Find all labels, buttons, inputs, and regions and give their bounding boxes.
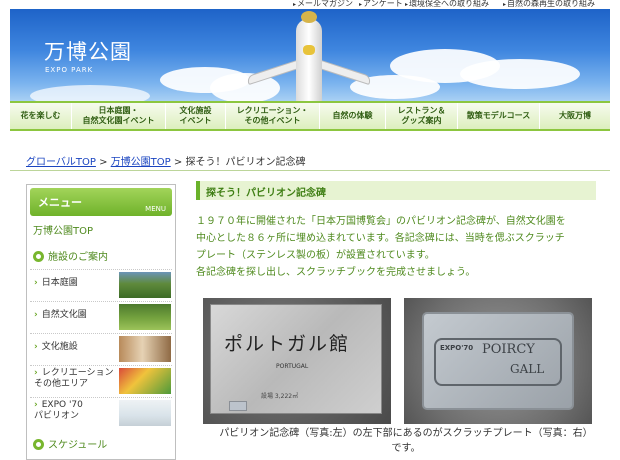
thumb-recreation	[119, 368, 171, 394]
sidebar-item-recreation[interactable]: レクリエーション その他エリア	[30, 365, 172, 395]
thumb-culture-facility	[119, 336, 171, 362]
photo-caption: パビリオン記念碑（写真:左）の左下部にあるのがスクラッチプレート（写真：右） で…	[219, 428, 593, 454]
menu-title: メニュー	[38, 196, 82, 209]
breadcrumb-separator: >	[99, 157, 108, 168]
sidebar-menu-header: メニュー MENU	[30, 188, 172, 216]
breadcrumb: グローバルTOP > 万博公園TOP > 探そう！パビリオン記念碑	[26, 153, 305, 168]
tower-of-sun-top	[301, 11, 317, 23]
ring-bullet-icon	[33, 439, 44, 450]
nav-osaka-expo[interactable]: 大阪万博	[540, 103, 610, 129]
breadcrumb-current: 探そう！パビリオン記念碑	[185, 157, 306, 168]
thumb-japanese-garden	[119, 272, 171, 298]
breadcrumb-separator: >	[173, 157, 183, 168]
scratch-plate-closeup: EXPO'70 POIRCY GALL	[422, 312, 574, 410]
photo-pavilion-monument: ポルトガル館 PORTUGAL 設場 3,222㎡	[203, 298, 391, 424]
site-title[interactable]: 万博公園	[44, 36, 132, 66]
sidebar-section-facilities[interactable]: 施設のご案内	[33, 248, 108, 263]
section-title: 探そう！パビリオン記念碑	[196, 181, 596, 200]
plate-expo-text: EXPO'70	[440, 344, 474, 352]
thumb-nature-park	[119, 304, 171, 330]
nav-nature-experience[interactable]: 自然の体験	[320, 103, 386, 129]
site-subtitle: EXPO PARK	[45, 66, 94, 74]
plate-text-bottom: GALL	[510, 362, 545, 376]
breadcrumb-park-top[interactable]: 万博公園TOP	[111, 157, 171, 168]
top-link-mail-magazine[interactable]: メールマガジン	[293, 0, 353, 9]
breadcrumb-global-top[interactable]: グローバルTOP	[26, 157, 96, 168]
intro-text: １９７０年に開催された「日本万国博覧会」のパビリオン記念碑が、自然文化園を 中心…	[196, 216, 566, 278]
monument-subtitle: PORTUGAL	[276, 363, 309, 370]
monument-detail: 設場 3,222㎡	[261, 393, 299, 400]
top-link-forest[interactable]: 自然の森再生の取り組み	[503, 0, 595, 9]
nav-restaurant-goods[interactable]: レストラン＆ グッズ案内	[386, 103, 458, 129]
nav-garden-events[interactable]: 日本庭園・ 自然文化園イベント	[72, 103, 166, 129]
sidebar-item-japanese-garden[interactable]: 日本庭園	[30, 269, 172, 299]
divider	[10, 170, 610, 171]
monument-stone: ポルトガル館 PORTUGAL 設場 3,222㎡	[210, 304, 382, 414]
sidebar-link-park-top[interactable]: 万博公園TOP	[33, 222, 93, 237]
tower-of-sun-face	[303, 45, 315, 55]
sidebar-item-nature-park[interactable]: 自然文化園	[30, 301, 172, 331]
top-utility-links: メールマガジン アンケート 環境保全への取り組み 自然の森再生の取り組み	[0, 0, 620, 9]
header-banner: 万博公園 EXPO PARK	[10, 9, 610, 101]
top-link-survey[interactable]: アンケート	[359, 0, 403, 9]
ring-bullet-icon	[33, 251, 44, 262]
monument-title: ポルトガル館	[224, 333, 351, 355]
top-link-environment[interactable]: 環境保全への取り組み	[405, 0, 489, 9]
nav-culture-events[interactable]: 文化施設 イベント	[166, 103, 226, 129]
nav-flowers[interactable]: 花を楽しむ	[10, 103, 72, 129]
sidebar-section-schedule[interactable]: スケジュール	[33, 436, 107, 451]
sidebar-item-culture-facility[interactable]: 文化施設	[30, 333, 172, 363]
global-nav: 花を楽しむ 日本庭園・ 自然文化園イベント 文化施設 イベント レクリエーション…	[10, 101, 610, 131]
nav-walking-course[interactable]: 散策モデルコース	[458, 103, 540, 129]
scratch-plate	[229, 401, 247, 411]
tower-of-sun-image	[296, 19, 322, 101]
nav-recreation-events[interactable]: レクリエーション・ その他イベント	[226, 103, 320, 129]
sidebar: メニュー MENU 万博公園TOP 施設のご案内 日本庭園 自然文化園 文化施設…	[26, 184, 176, 460]
sidebar-item-expo70-pavilion[interactable]: EXPO '70 パビリオン	[30, 397, 172, 427]
photo-scratch-plate: EXPO'70 POIRCY GALL	[404, 298, 592, 424]
menu-subtitle: MENU	[145, 205, 166, 213]
plate-text-top: POIRCY	[482, 342, 535, 357]
thumb-expo70-pavilion	[119, 400, 171, 426]
